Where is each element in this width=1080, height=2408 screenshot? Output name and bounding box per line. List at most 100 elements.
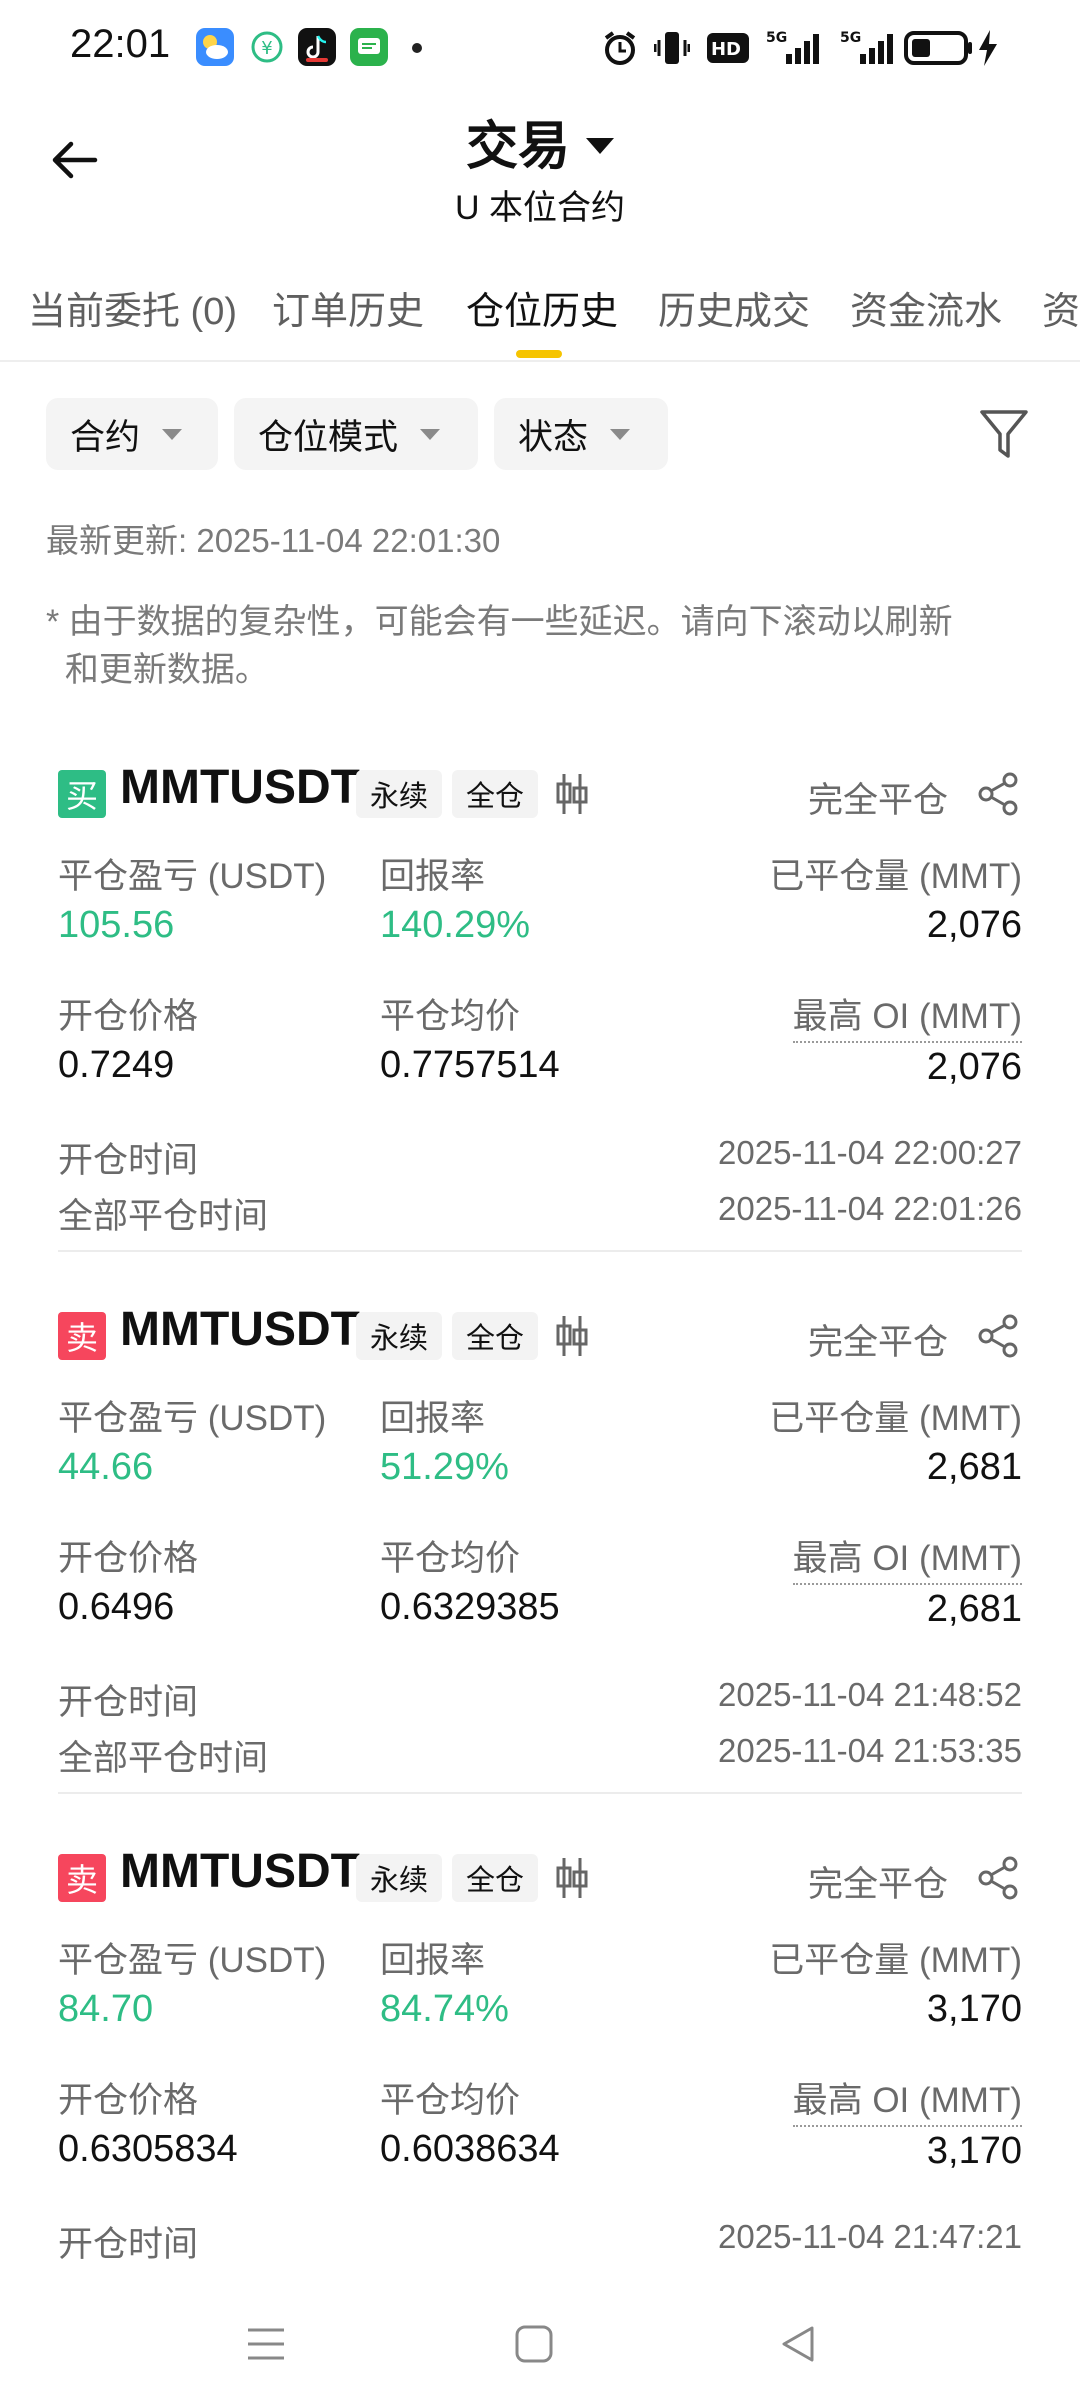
position-status: 完全平仓 <box>807 1865 948 1904</box>
max-oi-label[interactable]: 最高 OI (MMT) <box>792 2072 1022 2127</box>
home-icon[interactable] <box>512 2322 556 2366</box>
position-status: 完全平仓 <box>807 1323 948 1362</box>
avg-close-price-label: 平仓均价 <box>380 1539 521 1578</box>
closed-qty-value: 2,681 <box>926 1446 1022 1488</box>
position-card[interactable]: 卖 MMTUSDT 永续 全仓 完全平仓 平仓盈亏 (USDT) 回报率 已平仓量 (MMT)… <box>0 1832 1080 2372</box>
weather-app-icon <box>196 28 234 66</box>
svg-text:HD: HD <box>711 39 741 60</box>
tab-position-history[interactable]: 仓位历史 <box>466 280 618 335</box>
card-divider <box>58 1250 1022 1252</box>
app-icon: ¥ <box>248 28 286 66</box>
closed-qty-label: 已平仓量 (MMT) <box>769 857 1022 896</box>
open-price-label: 开仓价格 <box>58 2081 199 2120</box>
candlestick-chart-icon[interactable] <box>552 1854 592 1902</box>
caret-down-icon <box>162 428 183 440</box>
notification-dot-icon <box>412 43 422 53</box>
pnl-label: 平仓盈亏 (USDT) <box>58 1399 327 1438</box>
tag-cross-margin: 全仓 <box>452 1312 539 1360</box>
full-close-time-value: 2025-11-04 21:53:35 <box>718 1732 1022 1769</box>
max-oi-label[interactable]: 最高 OI (MMT) <box>792 1530 1022 1585</box>
filter-funnel-icon[interactable] <box>978 406 1030 462</box>
symbol-name[interactable]: MMTUSDT <box>120 760 360 815</box>
svg-text:5G: 5G <box>840 30 861 46</box>
tab-order-history[interactable]: 订单历史 <box>272 280 424 335</box>
tab-trade-history[interactable]: 历史成交 <box>658 280 810 335</box>
symbol-name[interactable]: MMTUSDT <box>120 1302 360 1357</box>
5g-signal-icon: 5G <box>838 28 898 68</box>
position-card[interactable]: 卖 MMTUSDT 永续 全仓 完全平仓 平仓盈亏 (USDT) 回报率 已平仓量 (MMT)… <box>0 1290 1080 1830</box>
filter-position-mode[interactable]: 仓位模式 <box>234 398 478 470</box>
data-delay-disclaimer: * 由于数据的复杂性，可能会有一些延迟。请向下滚动以刷新 和更新数据。 <box>46 603 953 689</box>
open-time-value: 2025-11-04 21:48:52 <box>718 1676 1022 1713</box>
open-price-value: 0.6496 <box>58 1586 175 1628</box>
side-badge: 买 <box>58 770 106 818</box>
menu-icon[interactable] <box>244 2322 288 2366</box>
tab-open-orders[interactable]: 当前委托 (0) <box>28 280 237 335</box>
tag-perpetual: 永续 <box>356 1854 443 1902</box>
open-price-label: 开仓价格 <box>58 1539 199 1578</box>
pnl-label: 平仓盈亏 (USDT) <box>58 857 327 896</box>
battery-icon <box>904 30 974 70</box>
full-close-time-label: 全部平仓时间 <box>58 1197 269 1236</box>
back-triangle-icon[interactable] <box>776 2322 820 2366</box>
tab-funding-flow[interactable]: 资金流水 <box>850 280 1002 335</box>
roi-value: 140.29% <box>380 904 531 946</box>
page-title[interactable]: 交易 <box>0 104 1080 179</box>
filter-status-label: 状态 <box>518 417 589 457</box>
position-status: 完全平仓 <box>807 781 948 820</box>
max-oi-value: 3,170 <box>926 2130 1022 2172</box>
tiktok-icon <box>298 28 336 66</box>
active-tab-indicator <box>516 350 562 358</box>
candlestick-chart-icon[interactable] <box>552 770 592 818</box>
status-bar: 22:01 ¥ HD 5G 5G <box>0 0 1080 96</box>
charging-icon <box>976 28 1000 68</box>
avg-close-price-label: 平仓均价 <box>380 2081 521 2120</box>
closed-qty-label: 已平仓量 (MMT) <box>769 1941 1022 1980</box>
filter-status[interactable]: 状态 <box>494 398 668 470</box>
status-time: 22:01 <box>70 22 171 66</box>
roi-label: 回报率 <box>380 1399 486 1438</box>
pnl-value: 105.56 <box>58 904 175 946</box>
share-icon[interactable] <box>974 770 1022 818</box>
svg-text:¥: ¥ <box>261 38 272 59</box>
position-card[interactable]: 买 MMTUSDT 永续 全仓 完全平仓 平仓盈亏 (USDT) 回报率 已平仓量 (MMT)… <box>0 748 1080 1288</box>
open-time-label: 开仓时间 <box>58 2225 199 2264</box>
last-updated-text: 最新更新: 2025-11-04 22:01:30 <box>46 522 501 559</box>
messages-icon <box>350 28 388 66</box>
share-icon[interactable] <box>974 1854 1022 1902</box>
hd-icon: HD <box>706 32 750 72</box>
chevron-down-icon <box>586 138 614 155</box>
page-title-text: 交易 <box>465 118 570 176</box>
roi-value: 51.29% <box>380 1446 509 1488</box>
open-time-value: 2025-11-04 21:47:21 <box>718 2218 1022 2255</box>
share-icon[interactable] <box>974 1312 1022 1360</box>
filter-contract[interactable]: 合约 <box>46 398 218 470</box>
svg-text:5G: 5G <box>766 30 787 46</box>
closed-qty-label: 已平仓量 (MMT) <box>769 1399 1022 1438</box>
page-subtitle: U 本位合约 <box>455 189 625 227</box>
open-price-value: 0.7249 <box>58 1044 175 1086</box>
open-time-value: 2025-11-04 22:00:27 <box>718 1134 1022 1171</box>
open-price-label: 开仓价格 <box>58 997 199 1036</box>
tag-perpetual: 永续 <box>356 770 443 818</box>
vibrate-icon <box>653 28 691 68</box>
pnl-label: 平仓盈亏 (USDT) <box>58 1941 327 1980</box>
side-badge: 卖 <box>58 1312 106 1360</box>
avg-close-price-value: 0.7757514 <box>380 1044 560 1086</box>
filter-position-mode-label: 仓位模式 <box>258 417 399 457</box>
5g-signal-icon: 5G <box>764 28 824 68</box>
max-oi-label[interactable]: 最高 OI (MMT) <box>792 988 1022 1043</box>
pnl-value: 84.70 <box>58 1988 154 2030</box>
roi-label: 回报率 <box>380 1941 486 1980</box>
caret-down-icon <box>420 428 441 440</box>
open-time-label: 开仓时间 <box>58 1683 199 1722</box>
card-divider <box>58 1792 1022 1794</box>
filter-contract-label: 合约 <box>70 417 141 457</box>
max-oi-value: 2,681 <box>926 1588 1022 1630</box>
caret-down-icon <box>610 428 631 440</box>
symbol-name[interactable]: MMTUSDT <box>120 1844 360 1899</box>
avg-close-price-value: 0.6038634 <box>380 2128 560 2170</box>
tab-assets[interactable]: 资 <box>1042 280 1080 335</box>
pnl-value: 44.66 <box>58 1446 154 1488</box>
candlestick-chart-icon[interactable] <box>552 1312 592 1360</box>
